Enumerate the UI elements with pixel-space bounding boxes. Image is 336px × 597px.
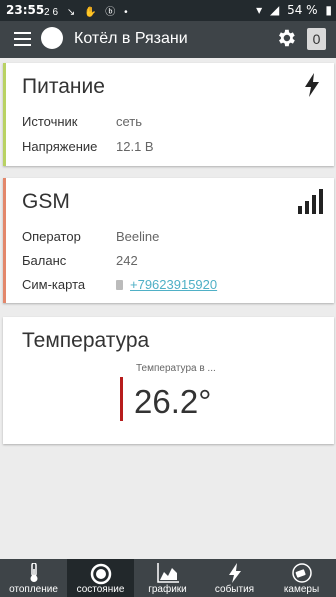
bolt-icon <box>228 563 241 583</box>
power-source-row: Источник сеть <box>22 114 142 129</box>
temperature-value: 26.2° <box>134 383 212 420</box>
temperature-card-title: Температура <box>22 329 150 352</box>
battery-percent: 54 % <box>287 3 318 17</box>
device-status-icon[interactable] <box>41 27 63 49</box>
power-card-title: Питание <box>22 75 105 98</box>
status-notification-icons: 26 ↘ ✋ ⓑ • <box>44 7 131 18</box>
gsm-operator-row: Оператор Beeline <box>22 229 159 244</box>
battery-icon: ▮ <box>325 3 332 17</box>
power-voltage-row: Напряжение 12.1 В <box>22 139 154 154</box>
gsm-card-title: GSM <box>22 190 70 213</box>
temperature-sensor-label: Температура в ... <box>136 363 216 374</box>
bottom-navigation: отопление состояние графики события каме… <box>0 559 336 597</box>
power-card: Питание Источник сеть Напряжение 12.1 В <box>3 63 334 166</box>
status-time: 23:55 <box>6 3 45 17</box>
settings-gear-icon[interactable] <box>275 27 297 49</box>
power-source-label: Источник <box>22 114 78 129</box>
gsm-card: GSM Оператор Beeline Баланс 242 Сим-карт… <box>3 178 334 303</box>
thermometer-icon <box>30 563 37 582</box>
tab-charts-label: графики <box>148 584 187 595</box>
tab-charts[interactable]: графики <box>134 559 201 597</box>
app-title: Котёл в Рязани <box>74 30 188 47</box>
sim-card-icon <box>116 280 123 290</box>
wifi-icon: ▾ <box>256 3 263 17</box>
status-bar: 23:55 26 ↘ ✋ ⓑ • ▾ ◢ 54 % ▮ <box>0 0 336 21</box>
chart-icon <box>156 563 179 583</box>
tab-cameras-label: камеры <box>283 584 320 595</box>
power-voltage-label: Напряжение <box>22 139 98 154</box>
gsm-balance-label: Баланс <box>22 253 67 268</box>
power-source-value: сеть <box>116 114 143 129</box>
gsm-sim-label: Сим-карта <box>22 277 86 292</box>
tab-status-label: состояние <box>76 584 125 595</box>
signal-strength-icon <box>298 189 323 214</box>
tab-heating[interactable]: отопление <box>0 559 67 597</box>
gsm-operator-value: Beeline <box>116 229 160 244</box>
tab-events[interactable]: события <box>201 559 268 597</box>
app-bar: Котёл в Рязани 0 <box>0 21 336 58</box>
gsm-sim-value-wrap: +79623915920 <box>116 277 217 292</box>
temperature-indicator-bar <box>120 377 123 421</box>
sim-phone-link[interactable]: +79623915920 <box>130 277 217 292</box>
temperature-card: Температура Температура в ... 26.2° <box>3 317 334 444</box>
status-right: ▾ ◢ 54 % ▮ <box>252 3 332 17</box>
tab-status[interactable]: состояние <box>67 559 134 597</box>
camera-icon <box>291 563 312 583</box>
cell-signal-icon: ◢ <box>270 3 280 17</box>
gsm-balance-row: Баланс 242 <box>22 253 138 268</box>
status-circle-icon <box>90 563 111 585</box>
tab-events-label: события <box>214 584 255 595</box>
tab-cameras[interactable]: камеры <box>268 559 335 597</box>
tab-heating-label: отопление <box>9 584 58 595</box>
menu-icon[interactable] <box>14 32 31 46</box>
gsm-sim-row: Сим-карта +79623915920 <box>22 277 217 292</box>
gsm-balance-value: 242 <box>116 253 138 268</box>
power-voltage-value: 12.1 В <box>116 139 154 154</box>
power-bolt-icon <box>305 73 319 97</box>
gsm-operator-label: Оператор <box>22 229 81 244</box>
notification-badge[interactable]: 0 <box>307 28 326 50</box>
